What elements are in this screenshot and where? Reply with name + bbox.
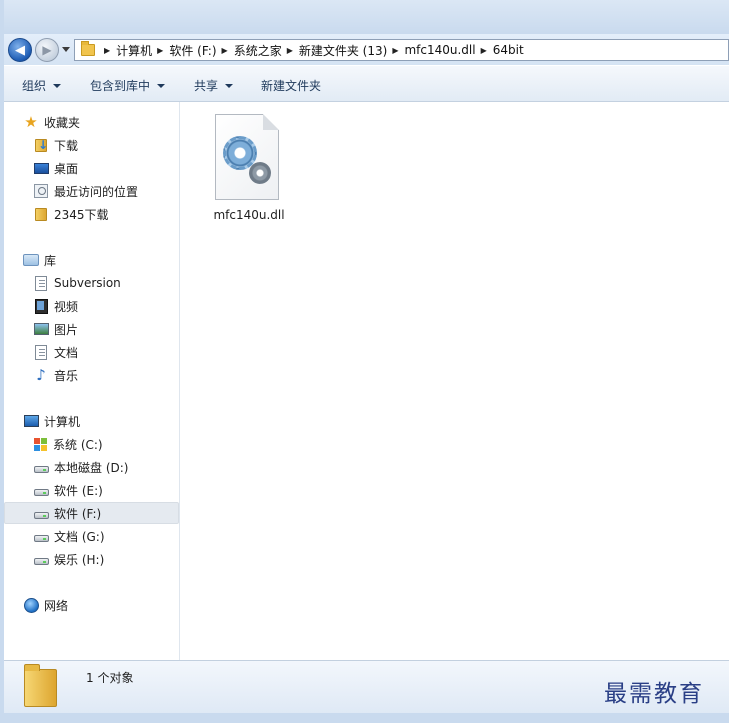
downloads-folder-icon: ↓ xyxy=(33,137,49,153)
back-arrow-icon: ◀ xyxy=(15,42,25,58)
nav-drive-d[interactable]: 本地磁盘 (D:) xyxy=(33,456,128,478)
nav-item-label: 软件 (E:) xyxy=(54,483,103,498)
nav-libraries[interactable]: 库 xyxy=(23,249,56,271)
chevron-right-icon[interactable]: ▶ xyxy=(287,46,293,55)
nav-item-downloads[interactable]: ↓ 下载 xyxy=(33,134,78,156)
chevron-right-icon[interactable]: ▶ xyxy=(104,46,110,55)
star-icon: ★ xyxy=(24,113,38,131)
folder-icon xyxy=(33,206,49,222)
recent-pages-dropdown[interactable] xyxy=(62,47,70,52)
document-library-icon xyxy=(33,275,49,291)
breadcrumb-item[interactable]: 软件 (F:) xyxy=(169,42,216,59)
picture-icon xyxy=(33,321,49,337)
nav-favorites-label: 收藏夹 xyxy=(44,115,81,130)
forward-button[interactable]: ▶ xyxy=(35,38,59,62)
chevron-right-icon[interactable]: ▶ xyxy=(222,46,228,55)
nav-libraries-label: 库 xyxy=(44,253,57,268)
nav-computer[interactable]: 计算机 xyxy=(23,410,80,432)
chevron-right-icon[interactable]: ▶ xyxy=(157,46,163,55)
organize-label: 组织 xyxy=(22,79,47,93)
chevron-down-icon xyxy=(53,84,62,88)
share-label: 共享 xyxy=(194,79,219,93)
hard-drive-icon xyxy=(33,551,49,567)
address-bar[interactable]: ▶ 计算机 ▶ 软件 (F:) ▶ 系统之家 ▶ 新建文件夹 (13) ▶ mf… xyxy=(74,39,729,61)
breadcrumb-item[interactable]: 系统之家 xyxy=(234,42,282,59)
nav-drive-f[interactable]: 软件 (F:) xyxy=(4,502,179,524)
breadcrumb-item[interactable]: mfc140u.dll xyxy=(404,43,475,57)
file-list-pane: mfc140u.dll xyxy=(180,102,729,660)
new-folder-label: 新建文件夹 xyxy=(261,79,322,93)
share-button[interactable]: 共享 xyxy=(194,77,234,94)
recent-places-icon xyxy=(33,183,49,199)
window-frame-bottom xyxy=(0,713,729,723)
navigation-pane: ★ 收藏夹 ↓ 下载 桌面 最近访问的位置 2345下载 库 Subversio… xyxy=(4,102,180,660)
nav-item-2345-downloads[interactable]: 2345下载 xyxy=(33,203,109,225)
nav-network[interactable]: 网络 xyxy=(23,594,68,616)
new-folder-button[interactable]: 新建文件夹 xyxy=(261,77,321,94)
nav-drive-g[interactable]: 文档 (G:) xyxy=(33,525,105,547)
document-icon xyxy=(33,344,49,360)
chevron-down-icon xyxy=(157,84,166,88)
nav-item-documents[interactable]: 文档 xyxy=(33,341,78,363)
nav-item-subversion[interactable]: Subversion xyxy=(33,272,121,294)
forward-arrow-icon: ▶ xyxy=(42,43,52,57)
nav-item-label: 2345下载 xyxy=(54,207,109,222)
windows-drive-icon xyxy=(33,437,48,452)
computer-icon xyxy=(23,413,39,429)
hard-drive-icon xyxy=(33,459,49,475)
nav-item-label: 软件 (F:) xyxy=(54,506,102,521)
nav-drive-h[interactable]: 娱乐 (H:) xyxy=(33,548,104,570)
include-in-library-button[interactable]: 包含到库中 xyxy=(90,77,166,94)
chevron-right-icon[interactable]: ▶ xyxy=(392,46,398,55)
nav-item-label: 系统 (C:) xyxy=(53,437,103,452)
music-note-icon: ♪ xyxy=(36,366,46,384)
nav-favorites[interactable]: ★ 收藏夹 xyxy=(23,111,80,133)
video-icon xyxy=(33,298,49,314)
nav-item-label: 文档 xyxy=(54,345,79,360)
breadcrumb-item[interactable]: 64bit xyxy=(493,43,524,57)
back-button[interactable]: ◀ xyxy=(8,38,32,62)
nav-item-label: 文档 (G:) xyxy=(54,529,105,544)
nav-item-recent-places[interactable]: 最近访问的位置 xyxy=(33,180,138,202)
nav-item-label: 下载 xyxy=(54,138,79,153)
folder-icon xyxy=(81,41,95,56)
nav-drive-e[interactable]: 软件 (E:) xyxy=(33,479,103,501)
include-in-library-label: 包含到库中 xyxy=(90,79,151,93)
hard-drive-icon xyxy=(33,482,49,498)
watermark: 最需教育 xyxy=(604,681,704,707)
nav-item-label: 娱乐 (H:) xyxy=(54,552,105,567)
nav-network-label: 网络 xyxy=(44,598,69,613)
nav-item-label: 桌面 xyxy=(54,161,79,176)
nav-item-label: 视频 xyxy=(54,299,79,314)
nav-drive-c[interactable]: 系统 (C:) xyxy=(33,433,103,455)
item-count: 1 个对象 xyxy=(86,671,134,685)
nav-item-desktop[interactable]: 桌面 xyxy=(33,157,78,179)
nav-item-music[interactable]: ♪ 音乐 xyxy=(33,364,78,386)
nav-item-label: 最近访问的位置 xyxy=(54,184,139,199)
organize-button[interactable]: 组织 xyxy=(22,77,62,94)
nav-item-label: Subversion xyxy=(54,276,121,290)
nav-computer-label: 计算机 xyxy=(44,414,81,429)
network-globe-icon xyxy=(23,597,39,613)
nav-item-label: 图片 xyxy=(54,322,79,337)
hard-drive-icon xyxy=(33,505,49,521)
address-row: ◀ ▶ ▶ 计算机 ▶ 软件 (F:) ▶ 系统之家 ▶ 新建文件夹 (13) … xyxy=(4,34,729,65)
nav-item-label: 音乐 xyxy=(54,368,79,383)
breadcrumb-item[interactable]: 新建文件夹 (13) xyxy=(299,42,387,59)
hard-drive-icon xyxy=(33,528,49,544)
desktop-icon xyxy=(33,160,49,176)
chevron-down-icon xyxy=(225,84,234,88)
window-frame-top xyxy=(0,0,729,34)
chevron-right-icon[interactable]: ▶ xyxy=(481,46,487,55)
nav-item-label: 本地磁盘 (D:) xyxy=(54,460,129,475)
nav-item-pictures[interactable]: 图片 xyxy=(33,318,78,340)
dll-gear-file-icon[interactable] xyxy=(213,114,283,204)
breadcrumb-item[interactable]: 计算机 xyxy=(116,42,152,59)
library-icon xyxy=(23,252,39,268)
file-name[interactable]: mfc140u.dll xyxy=(201,208,297,222)
command-toolbar: 组织 包含到库中 共享 新建文件夹 xyxy=(4,66,729,102)
folder-icon xyxy=(24,664,57,707)
nav-item-videos[interactable]: 视频 xyxy=(33,295,78,317)
